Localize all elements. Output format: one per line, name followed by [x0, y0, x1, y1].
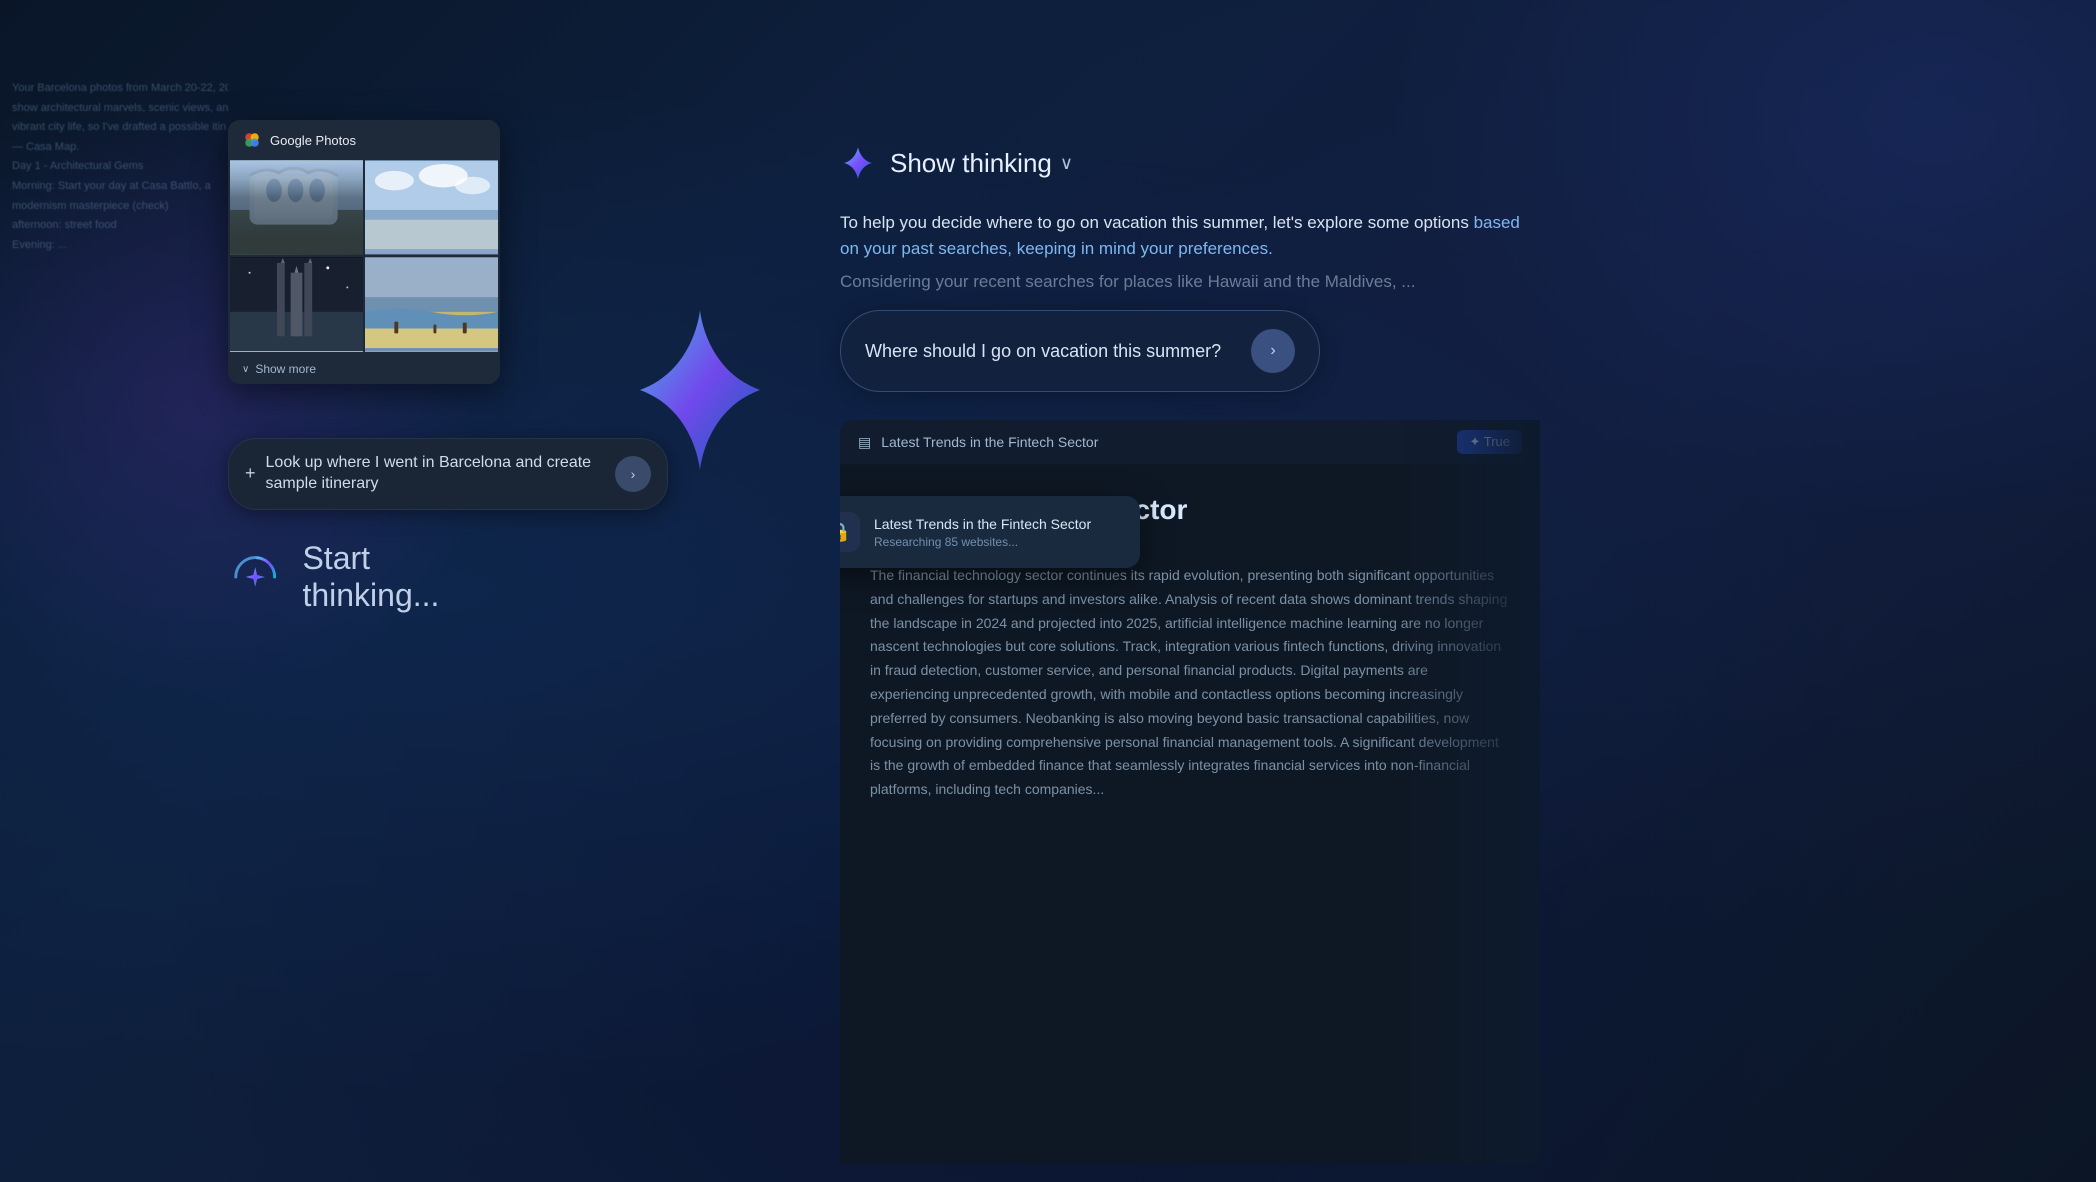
google-photos-logo-icon	[242, 130, 262, 150]
blurred-line-7: modernism masterpiece (check)	[12, 198, 228, 216]
blurred-line-3: vibrant city life, so I've drafted a pos…	[12, 119, 228, 137]
show-thinking-button[interactable]: Show thinking ∨	[890, 148, 1073, 179]
photo-3[interactable]	[230, 257, 363, 352]
chevron-down-icon: ∨	[242, 364, 249, 375]
show-more-button[interactable]: ∨ Show more	[228, 354, 500, 384]
center-sparkle-container	[640, 310, 760, 470]
fintech-tab-left: ▤ Latest Trends in the Fintech Sector	[858, 434, 1098, 451]
fintech-tab-title: Latest Trends in the Fintech Sector	[881, 434, 1098, 450]
blurred-line-5: Day 1 - Architectural Gems	[12, 158, 228, 176]
blurred-sidebar-text: Your Barcelona photos from March 20-22, …	[0, 0, 240, 1182]
fintech-overlay-icon: 🔒	[840, 512, 860, 552]
fintech-overlay-card: 🔒 Latest Trends in the Fintech Sector Re…	[840, 496, 1140, 568]
photo-1[interactable]	[230, 160, 363, 255]
vacation-input-text: Where should I go on vacation this summe…	[865, 341, 1251, 362]
fintech-card-section: ▤ Latest Trends in the Fintech Sector ✦ …	[840, 420, 1540, 1164]
send-arrow-icon: ›	[631, 466, 636, 482]
document-icon: ▤	[858, 434, 871, 451]
blurred-line-9: Evening: ...	[12, 237, 228, 255]
prompt-input-bar[interactable]: + Look up where I went in Barcelona and …	[228, 438, 668, 510]
send-icon: ›	[1270, 342, 1275, 360]
photo-2[interactable]	[365, 160, 498, 255]
show-more-label: Show more	[255, 362, 316, 376]
fintech-tab-badge[interactable]: ✦ True	[1457, 430, 1522, 454]
thinking-line-1: To help you decide where to go on vacati…	[840, 210, 1520, 261]
start-thinking-section: Start thinking...	[228, 540, 510, 614]
fintech-overlay-subtitle: Researching 85 websites...	[874, 535, 1091, 549]
gemini-star-icon	[840, 145, 876, 181]
blurred-line-6: Morning: Start your day at Casa Battlo, …	[12, 178, 228, 196]
start-thinking-label: Start thinking...	[302, 540, 510, 614]
vacation-send-button[interactable]: ›	[1251, 329, 1295, 373]
blurred-line-1: Your Barcelona photos from March 20-22, …	[12, 80, 228, 98]
thinking-line-2: Considering your recent searches for pla…	[840, 269, 1520, 295]
lock-icon: 🔒	[840, 522, 851, 543]
thinking-content-section: To help you decide where to go on vacati…	[840, 210, 1520, 295]
google-photos-header: Google Photos	[228, 120, 500, 160]
photo-4[interactable]	[365, 257, 498, 352]
gemini-center-sparkle-icon	[640, 310, 760, 470]
fintech-tab-bar: ▤ Latest Trends in the Fintech Sector ✦ …	[840, 420, 1540, 464]
vacation-input-section: Where should I go on vacation this summe…	[840, 310, 1320, 392]
right-panel: Show thinking ∨ To help you decide where…	[840, 0, 2096, 1182]
blurred-line-4: — Casa Map.	[12, 139, 228, 157]
fintech-main-content: ...the the Fintech Sector Executive Summ…	[840, 464, 1540, 1164]
gemini-logo-icon	[228, 549, 282, 605]
chevron-down-icon: ∨	[1060, 153, 1073, 174]
blurred-line-8: afternoon: street food	[12, 217, 228, 235]
google-photos-card: Google Photos	[228, 120, 500, 384]
blurred-line-2: show architectural marvels, scenic views…	[12, 100, 228, 118]
fintech-body-text: The financial technology sector continue…	[840, 564, 1540, 802]
left-panel: Your Barcelona photos from March 20-22, …	[0, 0, 510, 1182]
photos-grid	[228, 160, 500, 354]
thinking-text-before: To help you decide where to go on vacati…	[840, 213, 1469, 232]
show-thinking-label: Show thinking	[890, 148, 1052, 179]
vacation-input-field[interactable]: Where should I go on vacation this summe…	[840, 310, 1320, 392]
show-thinking-section: Show thinking ∨	[840, 145, 1073, 181]
google-photos-title: Google Photos	[270, 133, 356, 148]
fintech-overlay-title: Latest Trends in the Fintech Sector	[874, 516, 1091, 532]
fintech-overlay-content: Latest Trends in the Fintech Sector Rese…	[874, 516, 1091, 549]
prompt-text-display: Look up where I went in Barcelona and cr…	[266, 453, 605, 495]
plus-icon: +	[245, 463, 256, 484]
